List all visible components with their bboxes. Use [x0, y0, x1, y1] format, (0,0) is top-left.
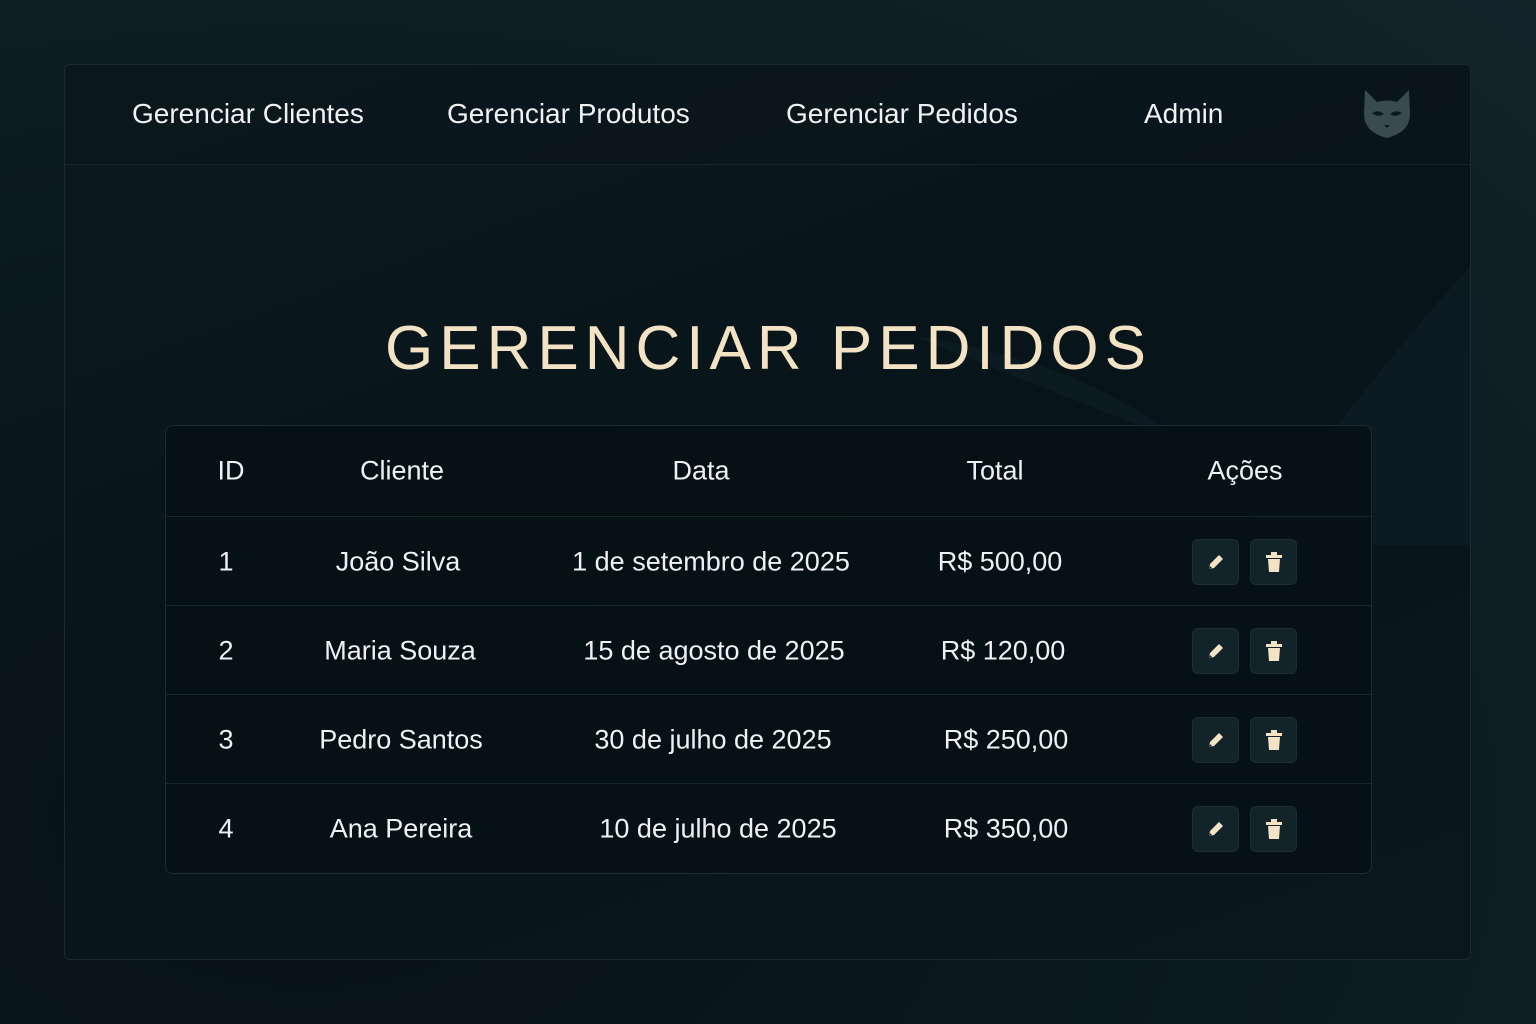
column-header-acoes: Ações	[1207, 455, 1283, 486]
delete-button[interactable]	[1250, 627, 1297, 674]
row-actions	[1192, 627, 1297, 674]
cell-data: 15 de agosto de 2025	[583, 635, 845, 665]
trash-icon	[1265, 551, 1282, 572]
row-actions	[1192, 538, 1297, 585]
cell-cliente: Ana Pereira	[329, 813, 473, 843]
column-header-total: Total	[966, 455, 1024, 486]
cell-id: 2	[218, 635, 234, 665]
pencil-icon	[1208, 821, 1223, 836]
table-row: 4 Ana Pereira 10 de julho de 2025 R$ 350…	[166, 783, 1371, 873]
pencil-icon	[1208, 732, 1223, 747]
delete-button[interactable]	[1250, 716, 1297, 763]
nav-item-admin[interactable]: Admin	[1144, 97, 1223, 131]
nav-item-produtos[interactable]: Gerenciar Produtos	[447, 97, 690, 131]
table-row: 1 João Silva 1 de setembro de 2025 R$ 50…	[166, 516, 1371, 606]
edit-button[interactable]	[1192, 627, 1239, 674]
cell-id: 4	[218, 813, 234, 843]
cell-data: 10 de julho de 2025	[599, 813, 837, 843]
row-actions	[1192, 805, 1297, 852]
trash-icon	[1265, 729, 1282, 750]
edit-button[interactable]	[1192, 716, 1239, 763]
nav-item-clientes[interactable]: Gerenciar Clientes	[132, 97, 364, 131]
cell-cliente: Maria Souza	[324, 635, 476, 665]
column-header-id: ID	[217, 455, 245, 486]
column-header-cliente: Cliente	[359, 455, 445, 486]
cell-total: R$ 120,00	[940, 635, 1066, 665]
table-row: 3 Pedro Santos 30 de julho de 2025 R$ 25…	[166, 694, 1371, 784]
row-actions	[1192, 716, 1297, 763]
delete-button[interactable]	[1250, 538, 1297, 585]
cell-cliente: João Silva	[335, 546, 461, 576]
cell-id: 3	[218, 724, 234, 754]
trash-icon	[1265, 818, 1282, 839]
cell-total: R$ 350,00	[943, 813, 1069, 843]
edit-button[interactable]	[1192, 538, 1239, 585]
page-title: GERENCIAR PEDIDOS	[385, 313, 1152, 383]
nav-item-pedidos[interactable]: Gerenciar Pedidos	[786, 97, 1018, 131]
edit-button[interactable]	[1192, 805, 1239, 852]
orders-table: ID Cliente Data Total Ações 1 João Silva…	[165, 425, 1372, 874]
top-nav: Gerenciar Clientes Gerenciar Produtos Ge…	[65, 65, 1470, 165]
cell-total: R$ 500,00	[937, 546, 1063, 576]
cell-cliente: Pedro Santos	[319, 724, 483, 754]
pencil-icon	[1208, 643, 1223, 658]
delete-button[interactable]	[1250, 805, 1297, 852]
cell-total: R$ 250,00	[943, 724, 1069, 754]
cell-data: 1 de setembro de 2025	[572, 546, 850, 576]
pencil-icon	[1208, 554, 1223, 569]
table-row: 2 Maria Souza 15 de agosto de 2025 R$ 12…	[166, 605, 1371, 695]
cell-data: 30 de julho de 2025	[594, 724, 832, 754]
trash-icon	[1265, 640, 1282, 661]
cell-id: 1	[218, 546, 234, 576]
column-header-data: Data	[672, 455, 730, 486]
cat-mask-icon[interactable]	[1359, 86, 1415, 142]
table-header-row: ID Cliente Data Total Ações	[166, 426, 1371, 517]
app-window: Gerenciar Clientes Gerenciar Produtos Ge…	[64, 64, 1471, 960]
